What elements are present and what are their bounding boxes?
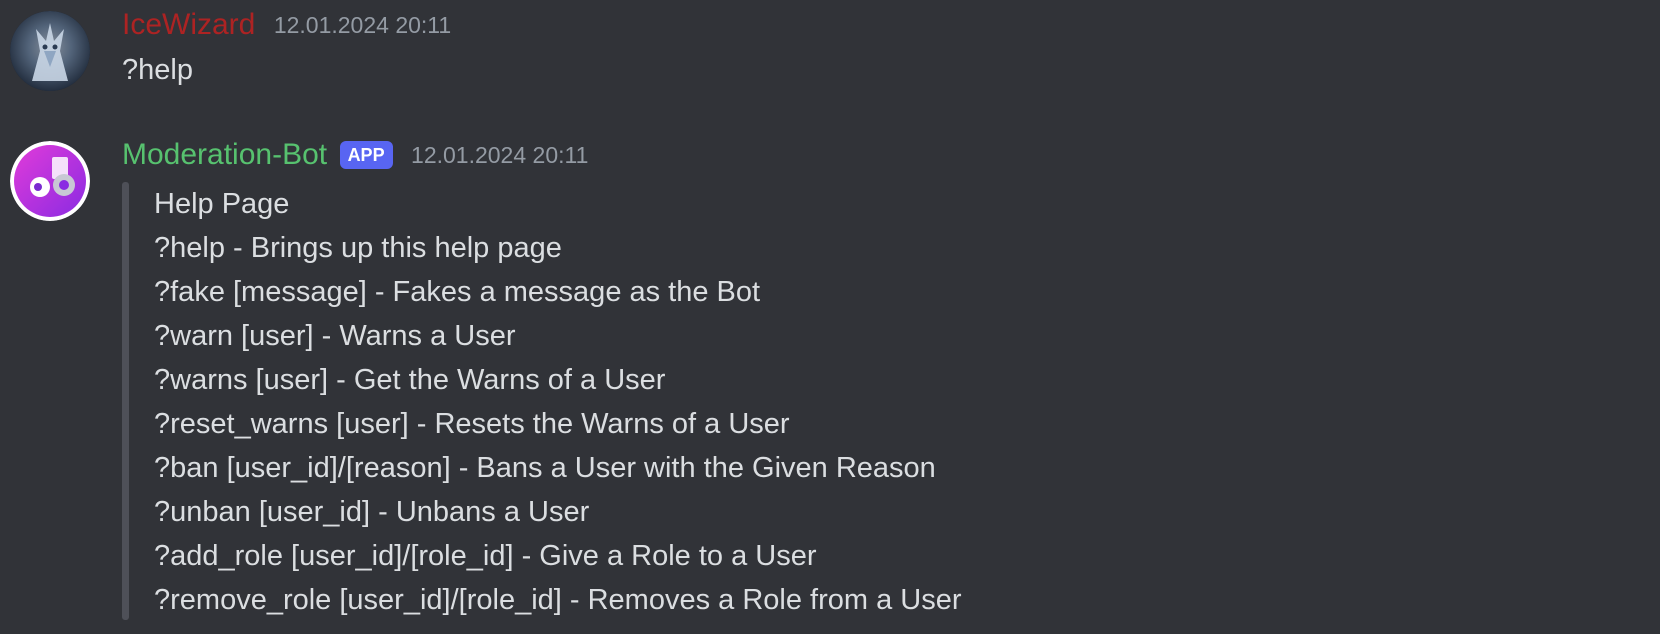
embed-line: ?reset_warns [user] - Resets the Warns o… <box>154 408 790 440</box>
embed-line: ?help - Brings up this help page <box>154 232 562 264</box>
embed-line: ?warn [user] - Warns a User <box>154 320 516 352</box>
embed-line: ?ban [user_id]/[reason] - Bans a User wi… <box>154 452 936 484</box>
embed-line: ?add_role [user_id]/[role_id] - Give a R… <box>154 540 817 572</box>
app-badge: APP <box>339 141 393 169</box>
message-content: ?help <box>122 54 193 86</box>
timestamp: 12.01.2024 20:11 <box>411 141 589 168</box>
timestamp: 12.01.2024 20:11 <box>273 11 452 38</box>
embed-accent-bar <box>122 182 129 620</box>
embed-line: ?fake [message] - Fakes a message as the… <box>154 276 761 308</box>
bot-avatar-icon[interactable] <box>10 141 90 221</box>
username[interactable]: IceWizard <box>122 8 255 42</box>
embed-title: Help Page <box>154 188 290 220</box>
help-embed: Help Page ?help - Brings up this help pa… <box>122 182 1022 620</box>
message-header: Moderation-Bot APP 12.01.2024 20:11 <box>122 138 588 178</box>
message-item-moderation-bot: Moderation-Bot APP 12.01.2024 20:11 Help… <box>0 130 1660 634</box>
username[interactable]: Moderation-Bot <box>122 138 327 172</box>
dragon-avatar-icon[interactable] <box>10 11 90 91</box>
embed-body: Help Page ?help - Brings up this help pa… <box>154 182 962 622</box>
message-item-icewizard: IceWizard 12.01.2024 20:11 ?help <box>0 0 1660 110</box>
embed-line: ?warns [user] - Get the Warns of a User <box>154 364 666 396</box>
embed-line: ?remove_role [user_id]/[role_id] - Remov… <box>154 584 962 616</box>
embed-line: ?unban [user_id] - Unbans a User <box>154 496 590 528</box>
message-header: IceWizard 12.01.2024 20:11 <box>122 8 451 48</box>
